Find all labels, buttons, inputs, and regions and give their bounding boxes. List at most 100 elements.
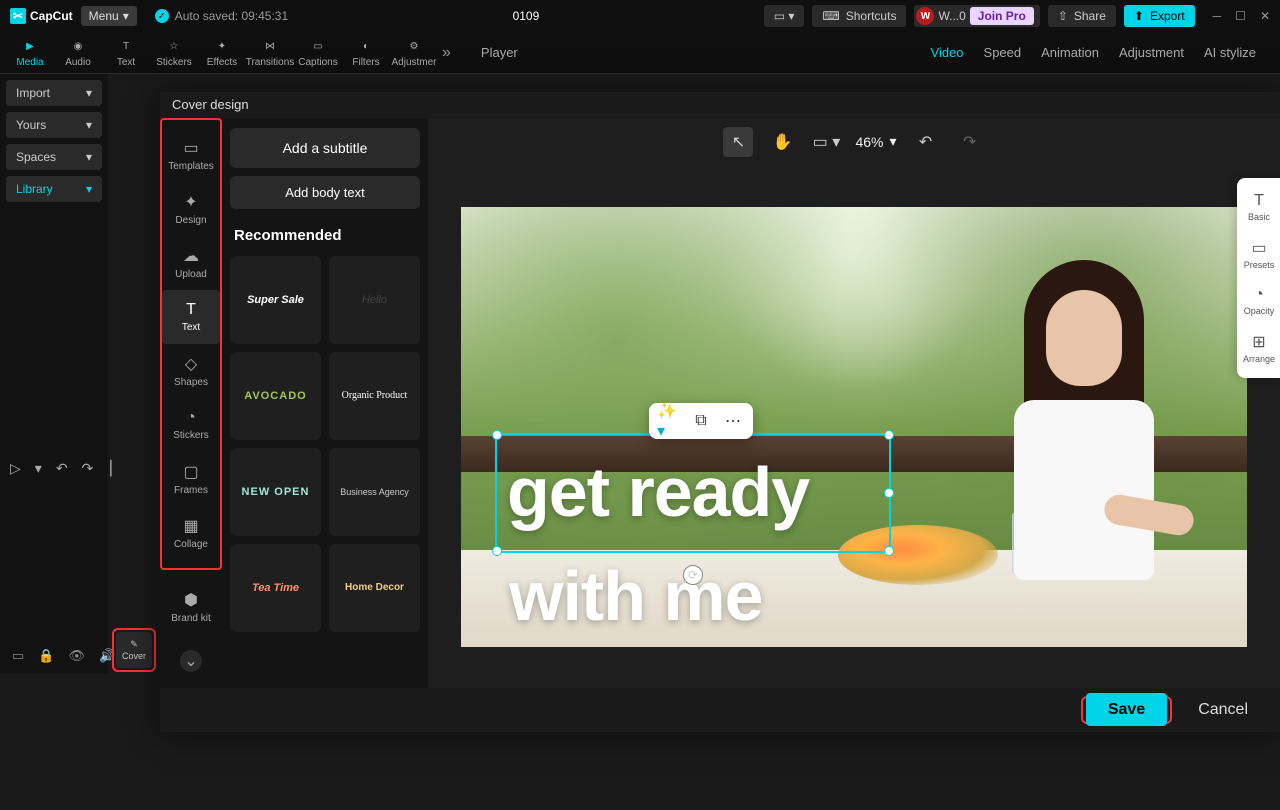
- rotate-handle[interactable]: ⟳: [683, 565, 703, 585]
- tab-effects[interactable]: ✦Effects: [198, 32, 246, 74]
- share-icon: ⇧: [1058, 9, 1068, 23]
- close-icon[interactable]: ✕: [1260, 9, 1270, 23]
- more-tabs-button[interactable]: »: [442, 44, 451, 62]
- more-options-button[interactable]: ⋯: [721, 409, 745, 433]
- rr-opacity[interactable]: ◔Opacity: [1237, 280, 1280, 322]
- right-tabs: Video Speed Animation Adjustment AI styl…: [931, 45, 1274, 60]
- sidebar-item-library[interactable]: Library▾: [6, 176, 102, 202]
- selection-box[interactable]: ⟳: [495, 433, 891, 553]
- hand-tool[interactable]: ✋: [767, 127, 797, 157]
- right-rail: TBasic ▭Presets ◔Opacity ⊞Arrange: [1237, 178, 1280, 378]
- tab-text[interactable]: TText: [102, 32, 150, 74]
- rr-basic[interactable]: TBasic: [1237, 186, 1280, 228]
- ms-frames[interactable]: ▢Frames: [162, 452, 220, 506]
- rtab-aistylize[interactable]: AI stylize: [1204, 45, 1256, 60]
- tab-filters[interactable]: ◐Filters: [342, 32, 390, 74]
- tab-audio[interactable]: ◉Audio: [54, 32, 102, 74]
- pointer-icon[interactable]: ▷: [10, 460, 21, 477]
- resize-handle-tl[interactable]: [492, 430, 502, 440]
- duplicate-button[interactable]: ⧉: [689, 409, 713, 433]
- ms-expand[interactable]: ⌄: [162, 634, 220, 688]
- rtab-video[interactable]: Video: [931, 45, 964, 60]
- save-button[interactable]: Save: [1086, 693, 1167, 726]
- menu-button[interactable]: Menu▾: [81, 6, 137, 26]
- chevron-down-icon: ▾: [86, 150, 92, 164]
- woman-figure: [984, 260, 1184, 600]
- tool-tabs: ▶Media ◉Audio TText ☆Stickers ✦Effects ⋈…: [0, 32, 1280, 74]
- cover-button[interactable]: ✎ Cover: [116, 632, 152, 668]
- text-icon: T: [1254, 192, 1264, 210]
- aspect-ratio-button[interactable]: ▭ ▾: [764, 5, 805, 27]
- user-button[interactable]: W W...0 Join Pro: [914, 5, 1039, 27]
- eye-icon[interactable]: 👁: [68, 648, 85, 664]
- canvas-viewport[interactable]: get ready with me ⟳ ✨ ▾ ⧉ ⋯: [428, 166, 1280, 688]
- tab-stickers[interactable]: ☆Stickers: [150, 32, 198, 74]
- text-card[interactable]: NEW OPEN: [230, 448, 321, 536]
- maximize-icon[interactable]: ☐: [1235, 9, 1246, 23]
- sidebar-item-yours[interactable]: Yours▾: [6, 112, 102, 138]
- share-button[interactable]: ⇧ Share: [1048, 5, 1116, 27]
- sidebar-item-import[interactable]: Import▾: [6, 80, 102, 106]
- rr-arrange[interactable]: ⊞Arrange: [1237, 326, 1280, 370]
- join-pro-badge[interactable]: Join Pro: [970, 7, 1034, 25]
- cover-image[interactable]: get ready with me ⟳ ✨ ▾ ⧉ ⋯: [461, 207, 1247, 647]
- rr-presets[interactable]: ▭Presets: [1237, 232, 1280, 276]
- presets-icon: ▭: [1251, 238, 1266, 258]
- lock-icon[interactable]: 🔒: [38, 648, 54, 664]
- ms-collage[interactable]: ▦Collage: [162, 506, 220, 560]
- tab-adjustment[interactable]: ⚙Adjustmer: [390, 32, 438, 74]
- text-card[interactable]: Tea Time: [230, 544, 321, 632]
- resize-handle-br[interactable]: [884, 546, 894, 556]
- stickers-icon: ◔: [186, 409, 196, 427]
- crop-tool[interactable]: ▭ ▾: [811, 127, 841, 157]
- autosave-status: ✓ Auto saved: 09:45:31: [155, 9, 288, 23]
- ms-stickers[interactable]: ◔Stickers: [162, 398, 220, 452]
- zoom-level[interactable]: 46% ▾: [855, 133, 896, 150]
- shortcuts-button[interactable]: ⌨ Shortcuts: [812, 5, 906, 27]
- text-card[interactable]: Organic Product: [329, 352, 420, 440]
- tab-captions[interactable]: ▭Captions: [294, 32, 342, 74]
- text-card[interactable]: AVOCADO: [230, 352, 321, 440]
- ms-templates[interactable]: ▭Templates: [162, 128, 220, 182]
- resize-handle-tr[interactable]: [884, 430, 894, 440]
- resize-handle-mr[interactable]: [884, 488, 894, 498]
- select-tool[interactable]: ↖: [723, 127, 753, 157]
- canvas-area: ↖ ✋ ▭ ▾ 46% ▾ ↶ ↷: [428, 118, 1280, 688]
- ms-shapes[interactable]: ◇Shapes: [162, 344, 220, 398]
- rtab-adjustment[interactable]: Adjustment: [1119, 45, 1184, 60]
- resize-handle-bl[interactable]: [492, 546, 502, 556]
- frame-icon[interactable]: ▭: [12, 648, 24, 664]
- ai-magic-button[interactable]: ✨ ▾: [657, 409, 681, 433]
- ms-upload[interactable]: ☁Upload: [162, 236, 220, 290]
- add-body-text-button[interactable]: Add body text: [230, 176, 420, 209]
- text-card[interactable]: Home Decor: [329, 544, 420, 632]
- chevron-down-icon: ▾: [123, 9, 129, 23]
- design-icon: ✦: [184, 192, 197, 212]
- redo-icon[interactable]: ↷: [82, 460, 94, 477]
- minimize-icon[interactable]: ─: [1213, 9, 1222, 23]
- tab-media[interactable]: ▶Media: [6, 32, 54, 74]
- timeline-controls: ▷ ▾ ↶ ↷ ⎮: [10, 460, 115, 477]
- ms-brandkit[interactable]: ⬢Brand kit: [162, 580, 220, 634]
- cancel-button[interactable]: Cancel: [1184, 693, 1262, 727]
- rtab-speed[interactable]: Speed: [984, 45, 1022, 60]
- undo-icon[interactable]: ↶: [56, 460, 68, 477]
- text-card[interactable]: Hello: [329, 256, 420, 344]
- tab-transitions[interactable]: ⋈Transitions: [246, 32, 294, 74]
- ms-text[interactable]: TText: [162, 290, 220, 344]
- sidebar-item-spaces[interactable]: Spaces▾: [6, 144, 102, 170]
- add-subtitle-button[interactable]: Add a subtitle: [230, 128, 420, 168]
- app-logo: ✂ CapCut: [10, 8, 73, 24]
- transitions-icon: ⋈: [261, 37, 279, 55]
- chevron-down-icon[interactable]: ▾: [35, 460, 42, 477]
- export-button[interactable]: ⬆ Export: [1124, 5, 1195, 27]
- brandkit-icon: ⬢: [184, 590, 198, 610]
- redo-button[interactable]: ↷: [955, 127, 985, 157]
- split-icon[interactable]: ⎮: [107, 460, 114, 477]
- rtab-animation[interactable]: Animation: [1041, 45, 1099, 60]
- project-name[interactable]: 0109: [296, 9, 756, 23]
- undo-button[interactable]: ↶: [911, 127, 941, 157]
- ms-design[interactable]: ✦Design: [162, 182, 220, 236]
- text-card[interactable]: Business Agency: [329, 448, 420, 536]
- text-card[interactable]: Super Sale: [230, 256, 321, 344]
